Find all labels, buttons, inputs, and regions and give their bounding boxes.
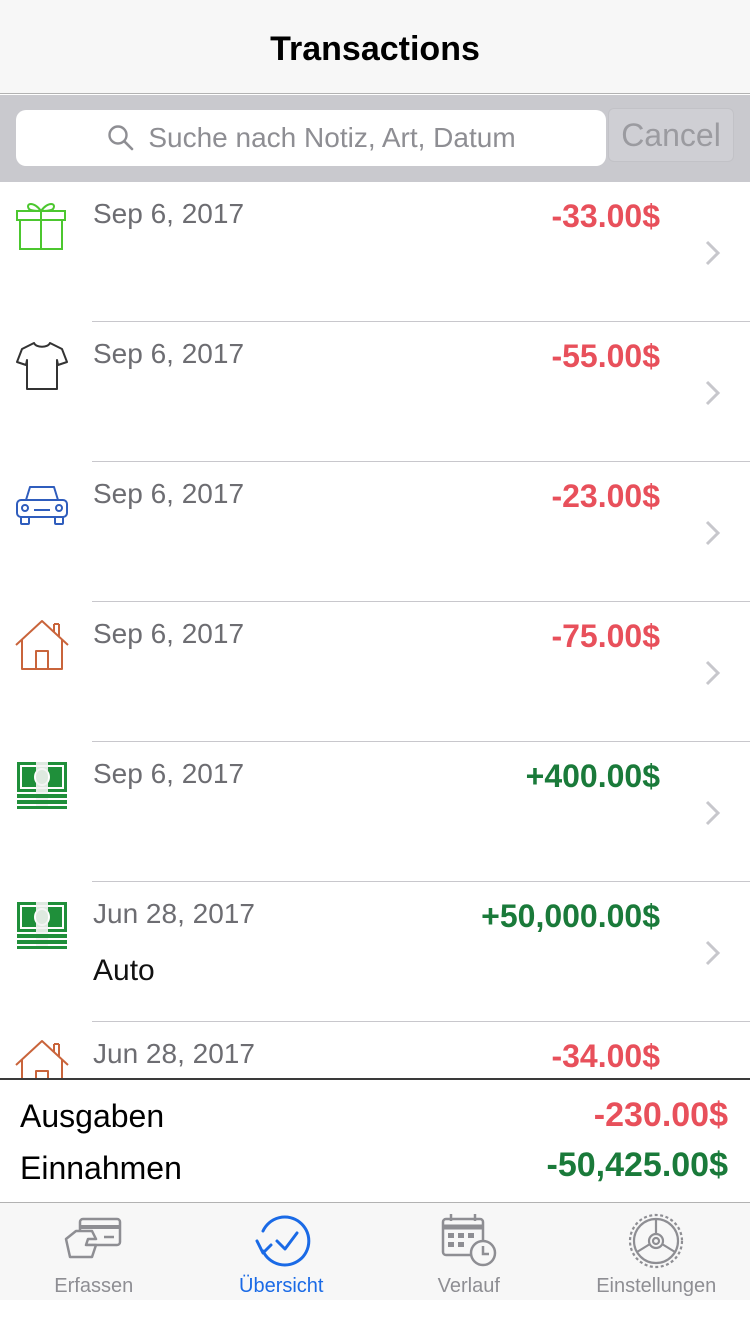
summary-panel: Ausgaben -230.00$ Einnahmen -50,425.00$ <box>0 1078 750 1202</box>
chevron-right-icon <box>705 800 721 826</box>
expenses-label: Ausgaben <box>20 1098 165 1134</box>
card-icon <box>64 1217 121 1259</box>
tab-verlauf[interactable]: Verlauf <box>375 1203 563 1300</box>
house-icon <box>15 620 69 670</box>
chevron-right-icon <box>705 240 721 266</box>
income-label: Einnahmen <box>20 1150 182 1186</box>
search-icon <box>108 125 134 151</box>
home-indicator-area <box>0 1300 750 1334</box>
settings-gear-icon <box>629 1213 684 1269</box>
search-input[interactable]: Suche nach Notiz, Art, Datum <box>16 110 606 166</box>
chevron-right-icon <box>705 940 721 966</box>
transaction-amount: -55.00$ <box>551 338 660 374</box>
tab-bar: Erfassen Übersicht Verlauf Einstellungen <box>0 1202 750 1300</box>
transaction-amount: +50,000.00$ <box>481 898 660 934</box>
transaction-note: Auto <box>93 954 155 987</box>
transaction-amount: +400.00$ <box>525 758 660 794</box>
calendar-clock-icon <box>441 1214 496 1267</box>
transaction-row[interactable]: Jun 28, 2017 Auto +50,000.00$ <box>0 882 750 1022</box>
search-bar: Suche nach Notiz, Art, Datum Cancel <box>0 95 750 182</box>
transaction-date: Sep 6, 2017 <box>93 618 245 649</box>
transaction-row[interactable]: Sep 6, 2017 -55.00$ <box>0 322 750 462</box>
transaction-row[interactable]: Jun 28, 2017 -34.00$ <box>0 1022 750 1078</box>
transaction-date: Jun 28, 2017 <box>93 1038 255 1069</box>
chevron-right-icon <box>705 660 721 686</box>
tab-label: Einstellungen <box>596 1275 717 1297</box>
money-icon <box>17 762 67 809</box>
transaction-date: Jun 28, 2017 <box>93 898 255 929</box>
tab-uebersicht[interactable]: Übersicht <box>188 1203 376 1300</box>
page-title: Transactions <box>270 30 480 68</box>
search-placeholder: Suche nach Notiz, Art, Datum <box>148 122 516 153</box>
overview-clock-icon <box>255 1215 311 1267</box>
chevron-right-icon <box>705 380 721 406</box>
transactions-screen: Transactions Suche nach Notiz, Art, Datu… <box>0 0 750 1334</box>
navigation-bar: Transactions <box>0 0 750 94</box>
tab-label: Erfassen <box>54 1275 134 1297</box>
money-icon <box>17 902 67 949</box>
chevron-right-icon <box>705 520 721 546</box>
tab-einstellungen[interactable]: Einstellungen <box>563 1203 750 1300</box>
tshirt-icon <box>16 342 68 390</box>
transaction-date: Sep 6, 2017 <box>93 338 245 369</box>
income-total: -50,425.00$ <box>546 1146 729 1184</box>
expenses-total: -230.00$ <box>593 1096 728 1134</box>
transaction-row[interactable]: Sep 6, 2017 +400.00$ <box>0 742 750 882</box>
transaction-date: Sep 6, 2017 <box>93 478 245 509</box>
tab-label: Übersicht <box>239 1275 324 1297</box>
car-icon <box>16 486 68 525</box>
transaction-amount: -23.00$ <box>551 478 660 514</box>
transaction-row[interactable]: Sep 6, 2017 -23.00$ <box>0 462 750 602</box>
transaction-row[interactable]: Sep 6, 2017 -33.00$ <box>0 182 750 322</box>
transaction-date: Sep 6, 2017 <box>93 758 245 789</box>
transaction-row[interactable]: Sep 6, 2017 -75.00$ <box>0 602 750 742</box>
house-icon <box>15 1040 69 1078</box>
cancel-button[interactable]: Cancel <box>608 108 734 162</box>
transaction-amount: -34.00$ <box>551 1038 660 1074</box>
transaction-date: Sep 6, 2017 <box>93 198 245 229</box>
transaction-list: Sep 6, 2017 -33.00$ Sep 6, 2017 -55.00$ <box>0 182 750 1078</box>
tab-erfassen[interactable]: Erfassen <box>0 1203 188 1300</box>
gift-icon <box>16 203 66 250</box>
transaction-amount: -33.00$ <box>551 198 660 234</box>
tab-label: Verlauf <box>437 1275 500 1297</box>
transaction-amount: -75.00$ <box>551 618 660 654</box>
